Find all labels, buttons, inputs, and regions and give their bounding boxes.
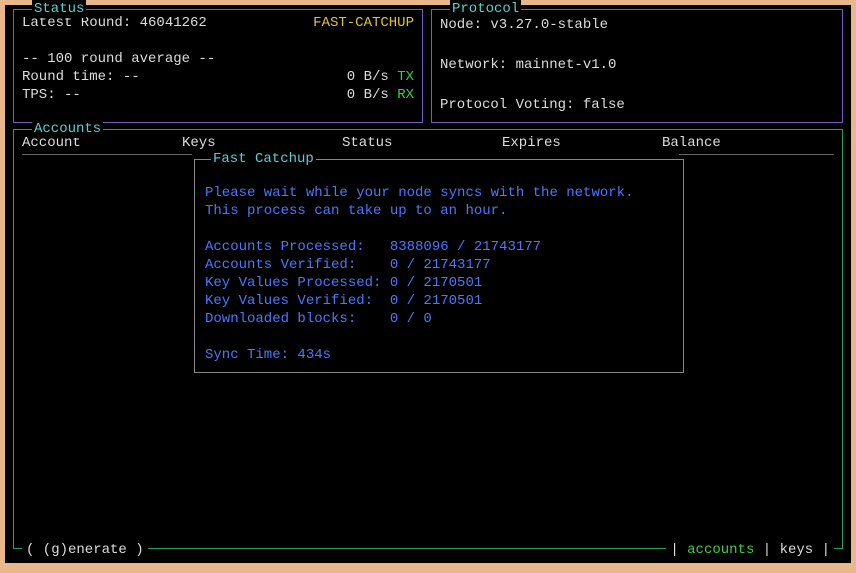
col-status: Status [342,134,502,152]
catchup-msg1: Please wait while your node syncs with t… [205,185,633,201]
terminal-root: Status Latest Round: 46041262 FAST-CATCH… [5,5,851,563]
tx-rate: 0 B/s TX [347,68,414,86]
col-balance: Balance [662,134,834,152]
network-name: Network: mainnet-v1.0 [440,54,834,76]
tps: TPS: -- [22,86,81,104]
accounts-panel: Accounts Account Keys Status Expires Bal… [13,129,843,549]
footer-tabs: | accounts | keys | [666,541,834,559]
protocol-panel: Protocol Node: v3.27.0-stable Network: m… [431,9,843,123]
accounts-processed: Accounts Processed: 8388096 / 21743177 [205,239,541,255]
round-time: Round time: -- [22,68,140,86]
tab-accounts[interactable]: accounts [687,542,754,558]
kv-processed: Key Values Processed: 0 / 2170501 [205,275,482,291]
protocol-voting: Protocol Voting: false [440,94,834,116]
status-panel: Status Latest Round: 46041262 FAST-CATCH… [13,9,423,123]
header-rule [14,154,842,155]
accounts-verified: Accounts Verified: 0 / 21743177 [205,257,491,273]
catchup-msg2: This process can take up to an hour. [205,203,507,219]
avg-label: -- 100 round average -- [22,50,414,68]
accounts-column-headers: Account Keys Status Expires Balance [14,130,842,154]
kv-verified: Key Values Verified: 0 / 2170501 [205,293,482,309]
fast-catchup-dialog: Fast Catchup Please wait while your node… [194,159,684,373]
protocol-legend: Protocol [450,0,521,18]
tab-keys[interactable]: keys [780,542,814,558]
status-legend: Status [32,0,86,18]
col-expires: Expires [502,134,662,152]
rx-rate: 0 B/s RX [347,86,414,104]
downloaded-blocks: Downloaded blocks: 0 / 0 [205,311,432,327]
catchup-legend: Fast Catchup [211,150,316,168]
generate-hint[interactable]: ( (g)enerate ) [22,541,148,559]
accounts-legend: Accounts [32,120,103,138]
sync-time: Sync Time: 434s [205,347,331,363]
sync-mode-badge: FAST-CATCHUP [313,14,414,32]
